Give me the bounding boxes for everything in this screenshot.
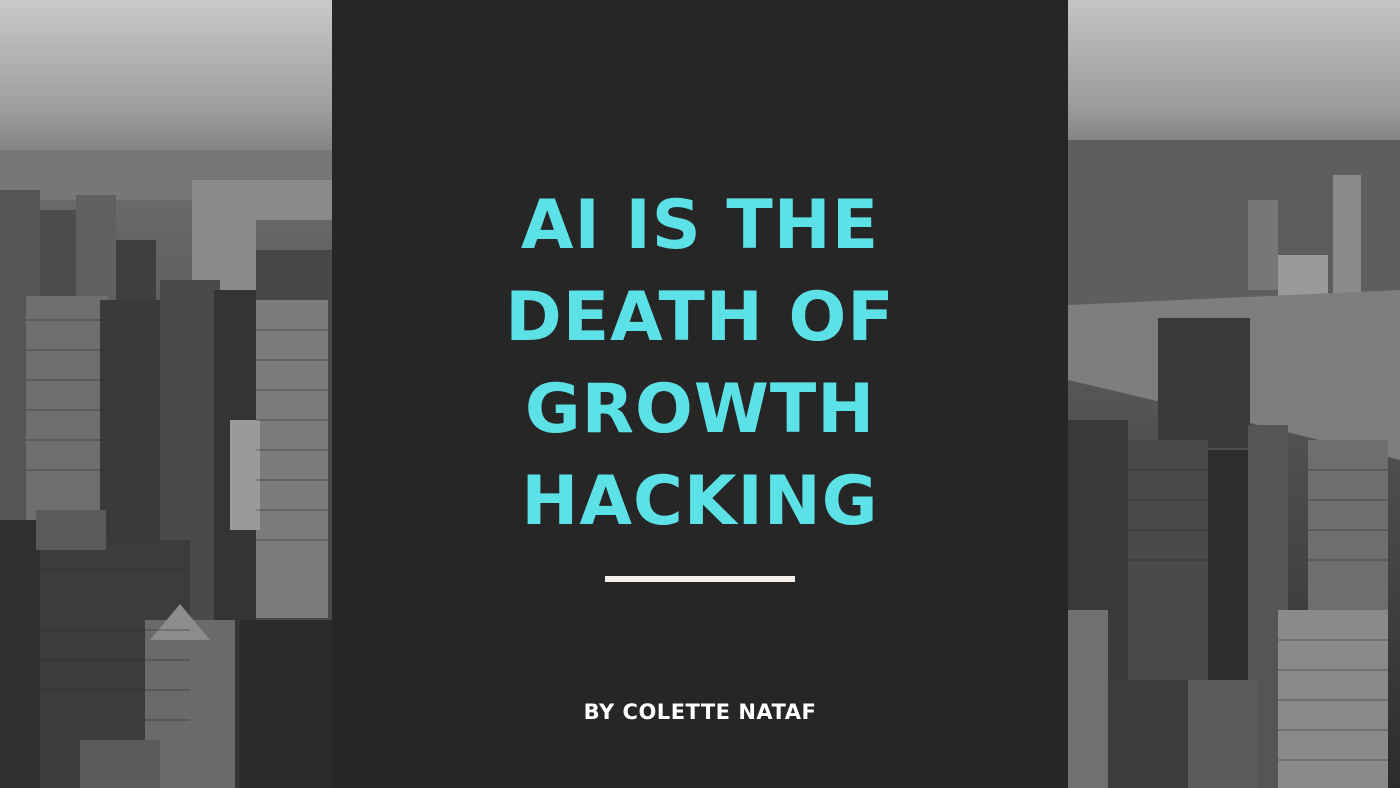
headline-line-4: HACKING	[521, 462, 879, 541]
city-skyline-image-right	[1068, 0, 1400, 788]
headline-line-1: AI IS THE	[520, 186, 880, 265]
cover-graphic: AI IS THE DEATH OF GROWTH HACKING BY COL…	[0, 0, 1400, 788]
headline: AI IS THE DEATH OF GROWTH HACKING	[332, 180, 1068, 548]
headline-line-3: GROWTH	[524, 370, 876, 449]
author-byline: BY COLETTE NATAF	[583, 700, 817, 724]
divider-line	[605, 576, 795, 582]
headline-line-2: DEATH OF	[505, 278, 895, 357]
title-panel: AI IS THE DEATH OF GROWTH HACKING BY COL…	[332, 0, 1068, 788]
city-skyline-image-left	[0, 0, 332, 788]
